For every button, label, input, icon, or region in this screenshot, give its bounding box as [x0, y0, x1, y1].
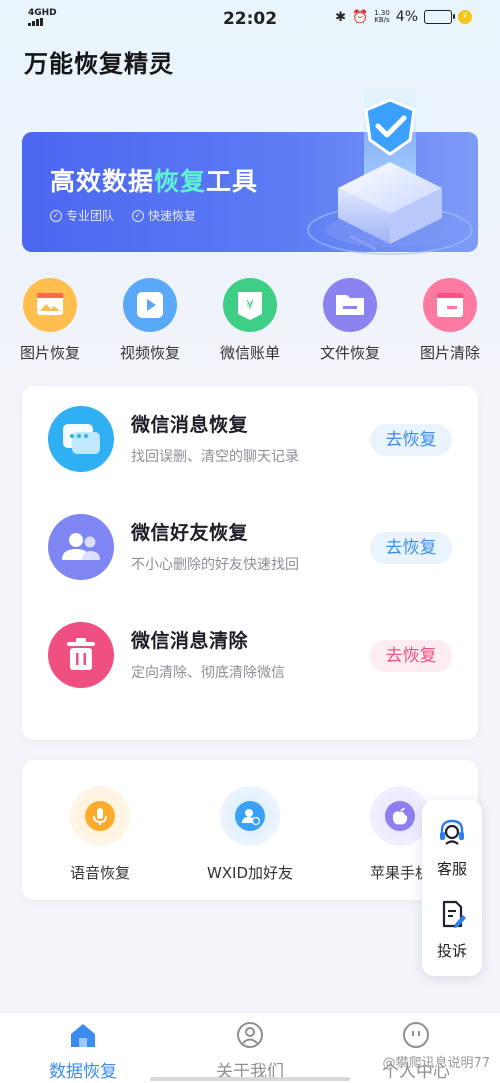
feature-description: 定向清除、彻底清除微信 [131, 665, 285, 681]
bill-icon: ¥ [223, 278, 277, 332]
svg-text:¥: ¥ [246, 298, 254, 312]
image-icon [23, 278, 77, 332]
tool-voice-recovery[interactable]: 语音恢复 [25, 786, 175, 883]
quick-action-image[interactable]: 图片恢复 [2, 278, 98, 363]
banner-title-highlight: 恢复 [154, 167, 207, 196]
headset-icon [440, 819, 464, 845]
feature-title: 微信消息恢复 [131, 414, 249, 436]
feature-title: 微信消息清除 [131, 630, 249, 652]
image-clear-icon [423, 278, 477, 332]
quick-actions: 图片恢复 视频恢复 ¥ 微信账单 文件恢复 图片清除 [0, 278, 500, 364]
quick-action-label: 图片清除 [419, 344, 480, 362]
banner-tag: ✓ 快速恢复 [132, 207, 196, 224]
network-speed: 1.30 KB/s [374, 10, 390, 24]
recover-button[interactable]: 去恢复 [370, 532, 452, 564]
feature-row-message-clear[interactable]: 微信消息清除 定向清除、彻底清除微信 去恢复 [22, 602, 478, 710]
customer-service-label: 客服 [436, 860, 467, 878]
home-indicator[interactable] [150, 1077, 350, 1081]
tab-about-us[interactable]: 关于我们 [167, 1021, 333, 1082]
charging-icon: ⚡ [458, 10, 472, 24]
home-icon [71, 1024, 95, 1047]
watermark: @攀爬讯息说明77 [382, 1056, 490, 1071]
battery-icon [424, 10, 455, 24]
banner-title-part2: 工具 [206, 167, 259, 196]
bluetooth-icon: ✱ [335, 9, 346, 25]
app-title: 万能恢复精灵 [24, 50, 174, 78]
feature-title: 微信好友恢复 [131, 522, 249, 544]
tab-data-recovery[interactable]: 数据恢复 [0, 1021, 166, 1082]
speed-unit: KB/s [374, 16, 390, 24]
battery-percent: 4% [395, 9, 418, 25]
recover-button[interactable]: 去恢复 [370, 424, 452, 456]
banner-title: 高效数据恢复工具 [50, 162, 258, 198]
folder-icon [323, 278, 377, 332]
bottom-tab-bar: 数据恢复 关于我们 个人中心 [0, 1012, 500, 1083]
quick-action-video[interactable]: 视频恢复 [102, 278, 198, 363]
feature-description: 找回误删、清空的聊天记录 [131, 449, 299, 465]
status-bar: 4GHD 22:02 ✱ ⏰ 1.30 KB/s 4% ⚡ [0, 0, 500, 38]
status-icons: ✱ ⏰ 1.30 KB/s 4% ⚡ [335, 9, 472, 25]
quick-action-label: 微信账单 [219, 344, 280, 362]
friends-icon [48, 514, 114, 580]
quick-action-label: 视频恢复 [119, 344, 180, 362]
complaint-icon [442, 900, 466, 928]
alarm-icon: ⏰ [352, 9, 369, 25]
complaint-label: 投诉 [436, 942, 467, 960]
banner-tag-label: 专业团队 [66, 209, 115, 223]
banner-title-part1: 高效数据 [50, 167, 155, 196]
feature-row-friend-recovery[interactable]: 微信好友恢复 不小心删除的好友快速找回 去恢复 [22, 494, 478, 602]
tools-card: 语音恢复 WXID加好友 苹果手机 [22, 760, 478, 900]
floating-service-panel: 客服 投诉 [422, 800, 482, 976]
quick-action-label: 图片恢复 [19, 344, 80, 362]
apple-icon [370, 786, 430, 846]
check-circle-icon: ✓ [50, 209, 62, 222]
feature-description: 不小心删除的好友快速找回 [131, 557, 299, 573]
shield-server-illustration [307, 88, 473, 255]
quick-action-bill[interactable]: ¥ 微信账单 [202, 278, 298, 363]
feature-card: 微信消息恢复 找回误删、清空的聊天记录 去恢复 微信好友恢复 不小心删除的好友快… [22, 386, 478, 740]
customer-service-button[interactable]: 客服 [422, 816, 482, 879]
video-icon [123, 278, 177, 332]
user-circle-icon [237, 1022, 263, 1048]
trash-icon [48, 622, 114, 688]
quick-action-image-clear[interactable]: 图片清除 [402, 278, 498, 363]
recover-button[interactable]: 去恢复 [370, 640, 452, 672]
microphone-icon [70, 786, 130, 846]
banner-tag-label: 快速恢复 [148, 209, 197, 223]
feature-row-message-recovery[interactable]: 微信消息恢复 找回误删、清空的聊天记录 去恢复 [22, 386, 478, 494]
promo-banner[interactable]: 高效数据恢复工具 ✓ 专业团队 ✓ 快速恢复 [22, 88, 478, 255]
complaint-button[interactable]: 投诉 [422, 898, 482, 961]
tab-label: 数据恢复 [49, 1062, 117, 1082]
quick-action-folder[interactable]: 文件恢复 [302, 278, 398, 363]
tool-label: WXID加好友 [206, 864, 294, 882]
banner-tags: ✓ 专业团队 ✓ 快速恢复 [50, 207, 196, 224]
banner-tag: ✓ 专业团队 [50, 207, 114, 224]
smiley-icon [403, 1022, 429, 1048]
tool-label: 语音恢复 [69, 864, 130, 882]
chat-icon [48, 406, 114, 472]
add-friend-icon [220, 786, 280, 846]
check-circle-icon: ✓ [132, 209, 145, 222]
tool-wxid-add-friend[interactable]: WXID加好友 [175, 786, 325, 883]
quick-action-label: 文件恢复 [319, 344, 380, 362]
